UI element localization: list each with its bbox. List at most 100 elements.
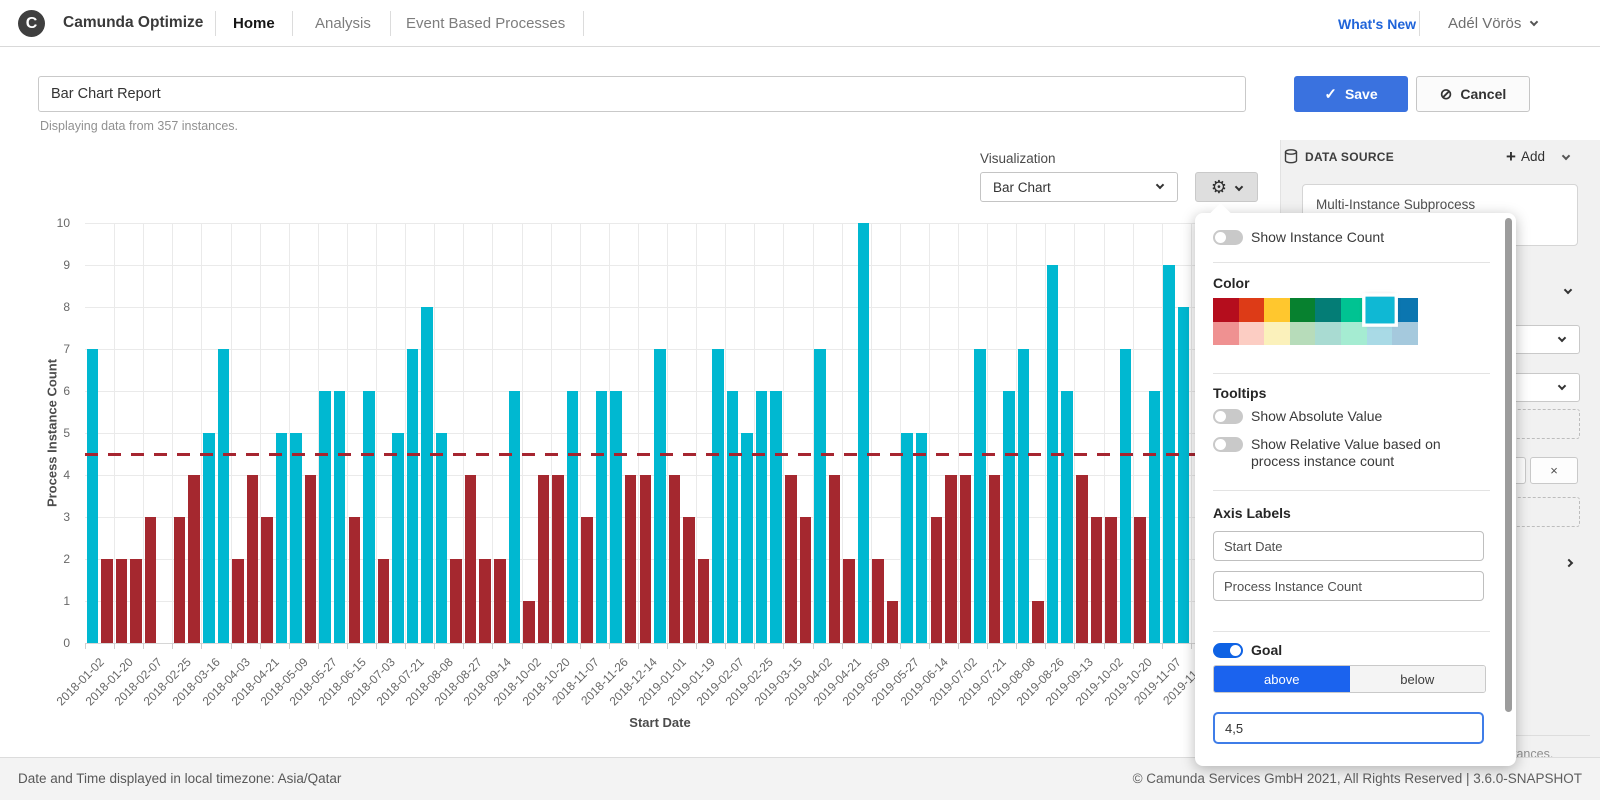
bar: [421, 307, 433, 643]
color-swatch[interactable]: [1213, 322, 1239, 346]
x-axis-tick-labels: 2018-01-022018-01-202018-02-072018-02-25…: [85, 649, 1260, 709]
color-swatch[interactable]: [1213, 298, 1239, 322]
gridline: [85, 265, 1260, 266]
bar: [261, 517, 273, 643]
color-swatch[interactable]: [1341, 298, 1367, 322]
show-relative-value-toggle[interactable]: [1213, 437, 1243, 452]
popup-scrollbar-thumb[interactable]: [1505, 218, 1512, 712]
show-absolute-value-label: Show Absolute Value: [1251, 408, 1382, 424]
color-swatch[interactable]: [1290, 298, 1316, 322]
color-heading: Color: [1213, 275, 1250, 291]
chart-settings-button[interactable]: ⚙: [1195, 172, 1258, 202]
bar: [1091, 517, 1103, 643]
database-icon: [1284, 149, 1298, 164]
bar: [1120, 349, 1132, 643]
y-axis-label-input[interactable]: [1213, 571, 1484, 601]
bar: [916, 433, 928, 643]
bar: [610, 391, 622, 643]
color-swatch[interactable]: [1315, 298, 1341, 322]
divider: [215, 11, 216, 36]
bar: [872, 559, 884, 643]
bar: [901, 433, 913, 643]
divider: [1213, 373, 1490, 374]
app-header: C Camunda Optimize Home Analysis Event B…: [0, 0, 1600, 47]
bar: [87, 349, 99, 643]
color-swatch[interactable]: [1264, 298, 1290, 322]
bar: [509, 391, 521, 643]
report-name-input[interactable]: [38, 76, 1246, 112]
camunda-logo-icon: C: [18, 10, 45, 37]
tooltips-heading: Tooltips: [1213, 385, 1266, 401]
bar: [465, 475, 477, 643]
goal-toggle[interactable]: [1213, 643, 1243, 658]
timezone-note: Date and Time displayed in local timezon…: [18, 771, 341, 786]
bar: [407, 349, 419, 643]
chevron-down-icon[interactable]: [1530, 18, 1538, 26]
x-axis-label-input[interactable]: [1213, 531, 1484, 561]
save-button-label: Save: [1345, 86, 1378, 102]
chevron-down-icon: [1156, 181, 1164, 189]
bar: [1149, 391, 1161, 643]
instances-note: Displaying data from 357 instances.: [40, 119, 238, 133]
check-icon: ✓: [1324, 87, 1337, 102]
goal-below-button[interactable]: below: [1350, 666, 1486, 692]
bar: [523, 601, 535, 643]
color-swatch[interactable]: [1239, 322, 1265, 346]
goal-value-input[interactable]: [1213, 712, 1484, 744]
divider: [1419, 11, 1420, 36]
goal-line: [85, 453, 1260, 456]
bar: [640, 475, 652, 643]
color-swatch-selected[interactable]: [1365, 297, 1394, 323]
bar: [596, 391, 608, 643]
color-swatch[interactable]: [1392, 298, 1418, 322]
color-swatch[interactable]: [1290, 322, 1316, 346]
bar: [1003, 391, 1015, 643]
add-label: Add: [1521, 149, 1545, 164]
visualization-dropdown[interactable]: Bar Chart: [980, 172, 1178, 202]
color-swatch[interactable]: [1315, 322, 1341, 346]
whats-new-link[interactable]: What's New: [1338, 16, 1416, 32]
data-source-name: Multi-Instance Subprocess: [1316, 197, 1475, 212]
y-tick-label: 1: [0, 594, 78, 608]
y-tick-label: 4: [0, 468, 78, 482]
cancel-button-label: Cancel: [1460, 86, 1506, 102]
goal-heading: Goal: [1251, 642, 1282, 658]
remove-button[interactable]: ×: [1530, 457, 1578, 484]
gridline: [85, 349, 1260, 350]
bar: [290, 433, 302, 643]
gridline: [85, 223, 1260, 224]
bar: [887, 601, 899, 643]
bar: [349, 517, 361, 643]
color-swatch[interactable]: [1239, 298, 1265, 322]
show-relative-value-label: Show Relative Value based on process ins…: [1251, 436, 1463, 470]
color-swatch[interactable]: [1264, 322, 1290, 346]
y-tick-label: 3: [0, 510, 78, 524]
nav-analysis[interactable]: Analysis: [315, 15, 371, 32]
color-swatch[interactable]: [1392, 322, 1418, 346]
chevron-down-icon: [1235, 183, 1243, 191]
bar: [363, 391, 375, 643]
bar: [770, 391, 782, 643]
add-data-source-button[interactable]: + Add: [1506, 149, 1545, 164]
save-button[interactable]: ✓ Save: [1294, 76, 1408, 112]
gridline: [1191, 223, 1192, 643]
nav-home[interactable]: Home: [233, 15, 275, 32]
cancel-button[interactable]: ⊘ Cancel: [1416, 76, 1530, 112]
bar: [494, 559, 506, 643]
goal-above-button[interactable]: above: [1214, 666, 1350, 692]
bar: [698, 559, 710, 643]
bar: [174, 517, 186, 643]
nav-event-based-processes[interactable]: Event Based Processes: [406, 15, 565, 32]
bar: [145, 517, 157, 643]
bar: [712, 349, 724, 643]
color-swatch[interactable]: [1367, 322, 1393, 346]
bar: [130, 559, 142, 643]
show-instance-count-toggle[interactable]: [1213, 230, 1243, 245]
show-absolute-value-toggle[interactable]: [1213, 409, 1243, 424]
bar: [538, 475, 550, 643]
chart-plot-area[interactable]: [85, 223, 1260, 643]
color-swatch[interactable]: [1341, 322, 1367, 346]
bar: [741, 433, 753, 643]
user-menu[interactable]: Adél Vörös: [1448, 15, 1521, 32]
bar: [305, 475, 317, 643]
